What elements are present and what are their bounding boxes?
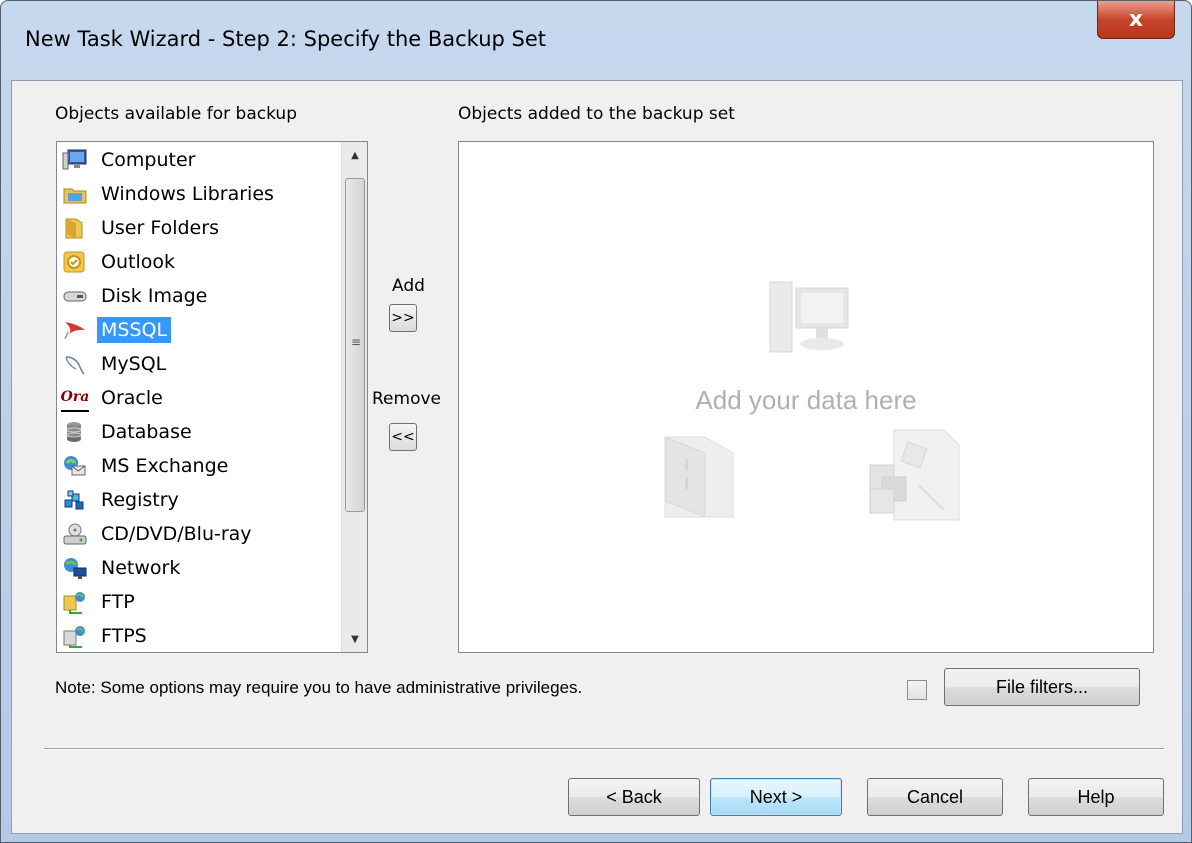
close-icon: x <box>1128 7 1144 32</box>
ftp-icon <box>61 588 89 616</box>
disk-image-icon <box>61 282 89 310</box>
library-icon <box>61 180 89 208</box>
dropzone-placeholder-text: Add your data here <box>695 385 917 415</box>
available-objects-label: Objects available for backup <box>55 104 297 124</box>
file-filters-button[interactable]: File filters... <box>944 668 1140 706</box>
list-item-computer[interactable]: Computer <box>61 144 331 176</box>
optical-drive-icon <box>61 520 89 548</box>
oracle-icon: Ora <box>61 384 89 412</box>
add-label: Add <box>392 276 425 296</box>
application-placeholder-icon <box>864 425 964 529</box>
add-button[interactable]: >> <box>389 304 417 332</box>
exchange-icon <box>61 452 89 480</box>
wizard-body: Objects available for backup Objects add… <box>11 80 1183 834</box>
scroll-thumb[interactable]: ≡ <box>345 178 365 512</box>
mysql-icon <box>61 350 89 378</box>
next-button[interactable]: Next > <box>710 778 842 816</box>
folder-icon <box>61 214 89 242</box>
footer-separator <box>44 748 1164 750</box>
back-button[interactable]: < Back <box>568 778 700 816</box>
computer-placeholder-icon <box>764 272 854 368</box>
ftps-icon <box>61 622 89 650</box>
admin-privileges-note: Note: Some options may require you to ha… <box>55 678 583 697</box>
close-button[interactable]: x <box>1097 1 1175 39</box>
database-icon <box>61 418 89 446</box>
list-item-user-folders[interactable]: User Folders <box>61 212 331 244</box>
help-button[interactable]: Help <box>1028 778 1164 816</box>
available-objects-list[interactable]: Computer Windows Libraries User Folders … <box>56 141 368 653</box>
wizard-window: New Task Wizard - Step 2: Specify the Ba… <box>0 0 1192 843</box>
list-item-outlook[interactable]: Outlook <box>61 246 331 278</box>
scroll-grip-icon: ≡ <box>351 335 362 349</box>
list-item-mysql[interactable]: MySQL <box>61 348 331 380</box>
registry-icon <box>61 486 89 514</box>
scroll-up-arrow-icon[interactable]: ▲ <box>342 142 367 168</box>
list-item-registry[interactable]: Registry <box>61 484 331 516</box>
list-item-disk-image[interactable]: Disk Image <box>61 280 331 312</box>
window-title: New Task Wizard - Step 2: Specify the Ba… <box>25 27 546 51</box>
scroll-down-arrow-icon[interactable]: ▼ <box>342 626 367 652</box>
list-item-ftps[interactable]: FTPS <box>61 620 331 652</box>
list-item-cd-dvd-bluray[interactable]: CD/DVD/Blu-ray <box>61 518 331 550</box>
remove-button[interactable]: << <box>389 423 417 451</box>
list-item-windows-libraries[interactable]: Windows Libraries <box>61 178 331 210</box>
file-filters-checkbox[interactable] <box>907 680 927 700</box>
list-item-ms-exchange[interactable]: MS Exchange <box>61 450 331 482</box>
outlook-icon <box>61 248 89 276</box>
cancel-button[interactable]: Cancel <box>867 778 1003 816</box>
network-icon <box>61 554 89 582</box>
list-item-network[interactable]: Network <box>61 552 331 584</box>
backup-set-dropzone[interactable]: Add your data here <box>458 141 1154 653</box>
list-item-mssql[interactable]: MSSQL <box>61 314 331 346</box>
remove-label: Remove <box>372 389 441 409</box>
folder-placeholder-icon <box>659 427 739 526</box>
list-item-database[interactable]: Database <box>61 416 331 448</box>
list-item-ftp[interactable]: FTP <box>61 586 331 618</box>
computer-icon <box>61 146 89 174</box>
mssql-icon <box>61 316 89 344</box>
added-objects-label: Objects added to the backup set <box>458 104 735 124</box>
title-bar: New Task Wizard - Step 2: Specify the Ba… <box>1 1 1191 81</box>
list-scrollbar[interactable]: ▲ ≡ ▼ <box>341 142 367 652</box>
list-item-oracle[interactable]: Ora Oracle <box>61 382 331 414</box>
